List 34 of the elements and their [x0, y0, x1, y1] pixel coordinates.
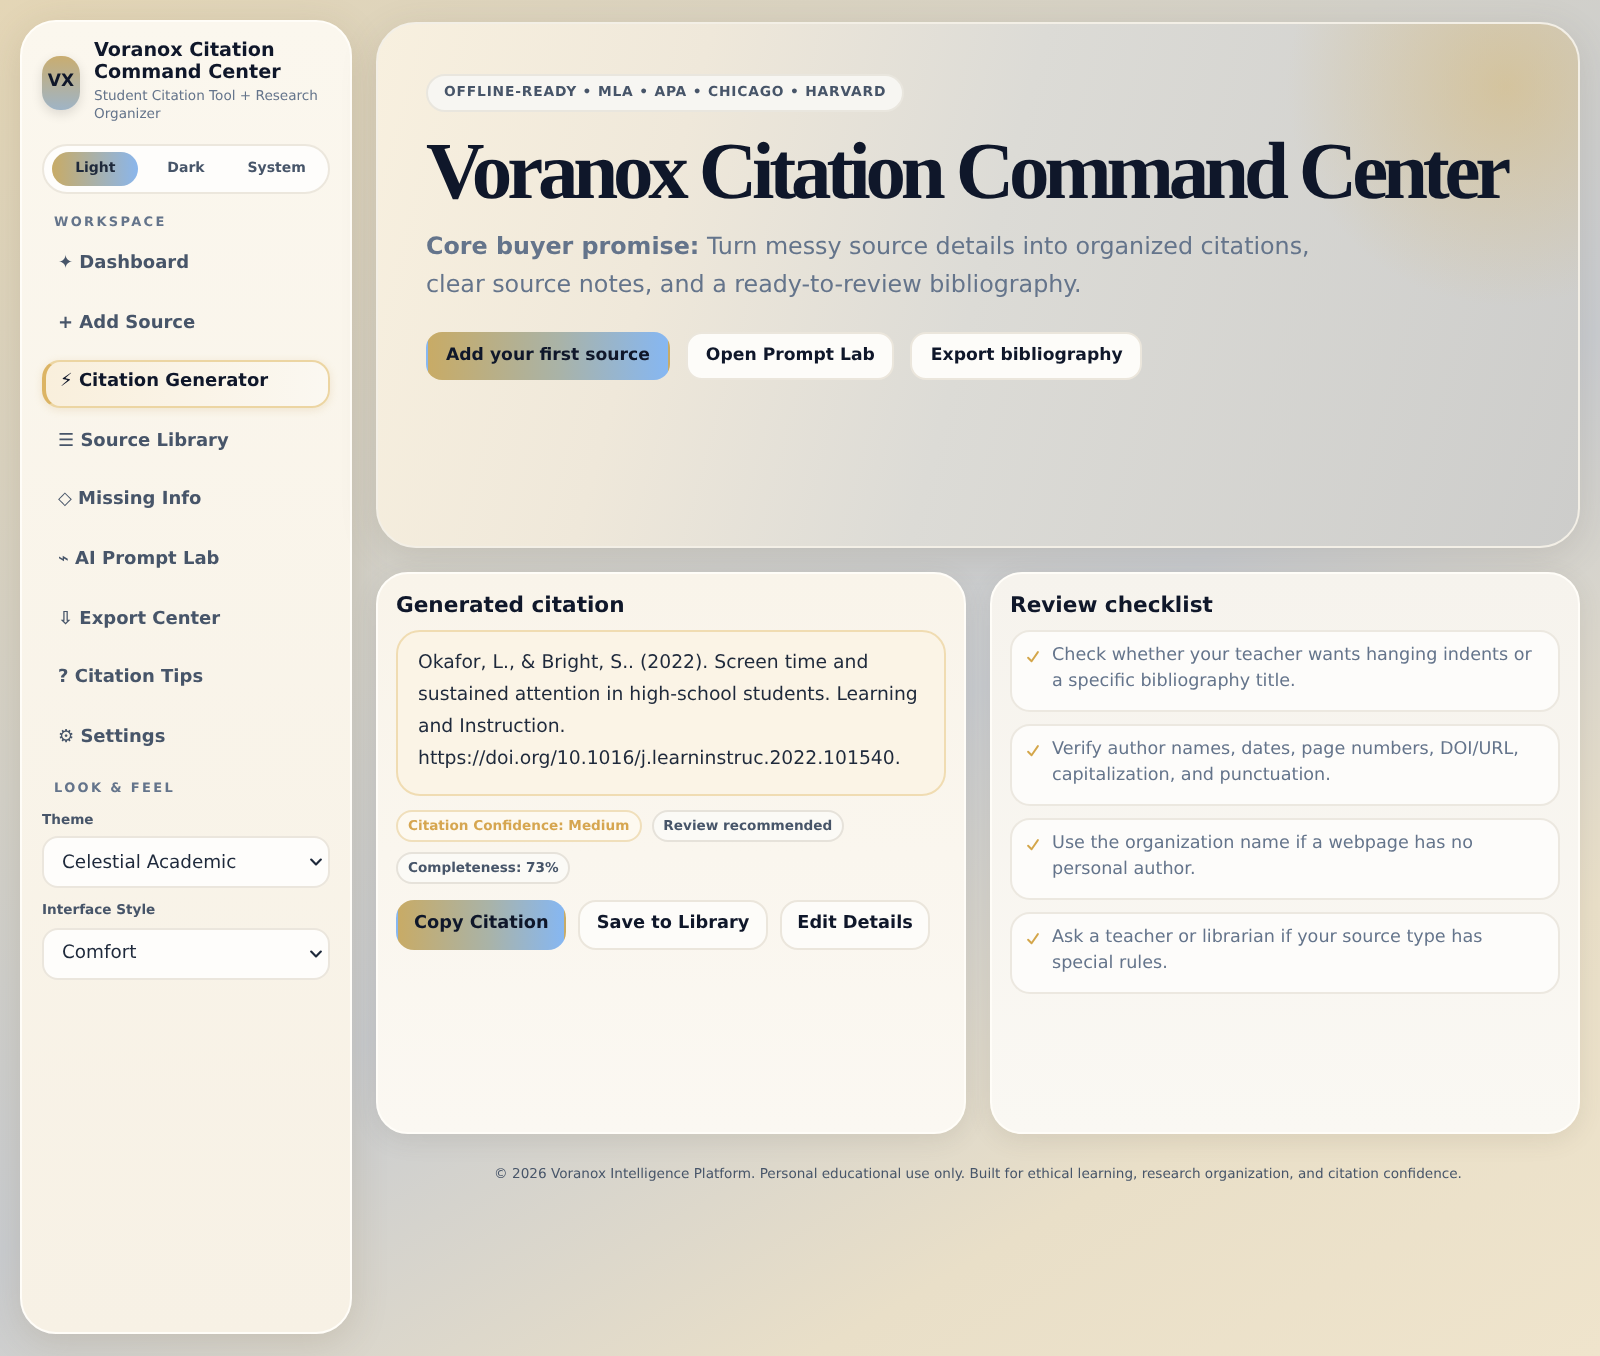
- hero-button[interactable]: Export bibliography: [910, 332, 1143, 380]
- nav-item[interactable]: ⇩ Export Center: [42, 596, 330, 645]
- nav-item[interactable]: ? Citation Tips: [42, 655, 330, 704]
- check-icon: [1026, 744, 1040, 758]
- action-button[interactable]: Edit Details: [779, 900, 931, 950]
- hero-button[interactable]: Add your first source: [426, 332, 670, 380]
- checklist-text: Check whether your teacher wants hanging indents or a specific bibliography title.: [1052, 644, 1534, 696]
- hero-title: Voranox Citation Command Center: [426, 128, 1507, 216]
- action-button[interactable]: Save to Library: [578, 900, 768, 950]
- hero-button[interactable]: Open Prompt Lab: [685, 332, 895, 380]
- nav-item[interactable]: ✦ Dashboard: [42, 241, 330, 290]
- card-title: Generated citation: [396, 592, 625, 620]
- nav-item[interactable]: ☰ Source Library: [42, 419, 330, 468]
- nav-item[interactable]: + Add Source: [42, 300, 330, 349]
- action-button[interactable]: Copy Citation: [396, 900, 567, 950]
- check-icon: [1026, 650, 1040, 664]
- dropdown-select[interactable]: Comfort: [42, 927, 330, 980]
- chevron-down-icon: [310, 858, 322, 867]
- checklist-text: Verify author names, dates, page numbers, DOI/URL, capitalization, and punctuation.: [1052, 738, 1521, 790]
- app-title: Voranox Citation Command Center: [94, 40, 283, 84]
- nav-item[interactable]: ◇ Missing Info: [42, 478, 330, 527]
- nav-item[interactable]: ⚡ Citation Generator: [42, 359, 330, 408]
- checklist-text: Use the organization name if a webpage has no personal author.: [1052, 832, 1475, 884]
- dropdown-select[interactable]: Celestial Academic: [42, 836, 330, 889]
- citation-text: Okafor, L., & Bright, S.. (2022). Screen time and sustained attention in high-school students. Learning and Instruction. https://doi.org/10.1016/j.learninstruc.2022.101540.: [396, 630, 946, 796]
- nav-item[interactable]: ⚙ Settings: [42, 715, 330, 763]
- logo-tile: VX: [42, 55, 80, 109]
- chevron-down-icon: [310, 949, 322, 958]
- hero-description: Core buyer promise: Turn messy source details into organized citations, clear source notes, and a ready-to-review bibliography.: [426, 230, 1312, 302]
- nav-item[interactable]: ⌁ AI Prompt Lab: [42, 537, 330, 586]
- check-icon: [1026, 838, 1040, 852]
- card-title: Review checklist: [1010, 592, 1215, 620]
- checklist-text: Ask a teacher or librarian if your source type has special rules.: [1052, 926, 1485, 978]
- check-icon: [1026, 932, 1040, 946]
